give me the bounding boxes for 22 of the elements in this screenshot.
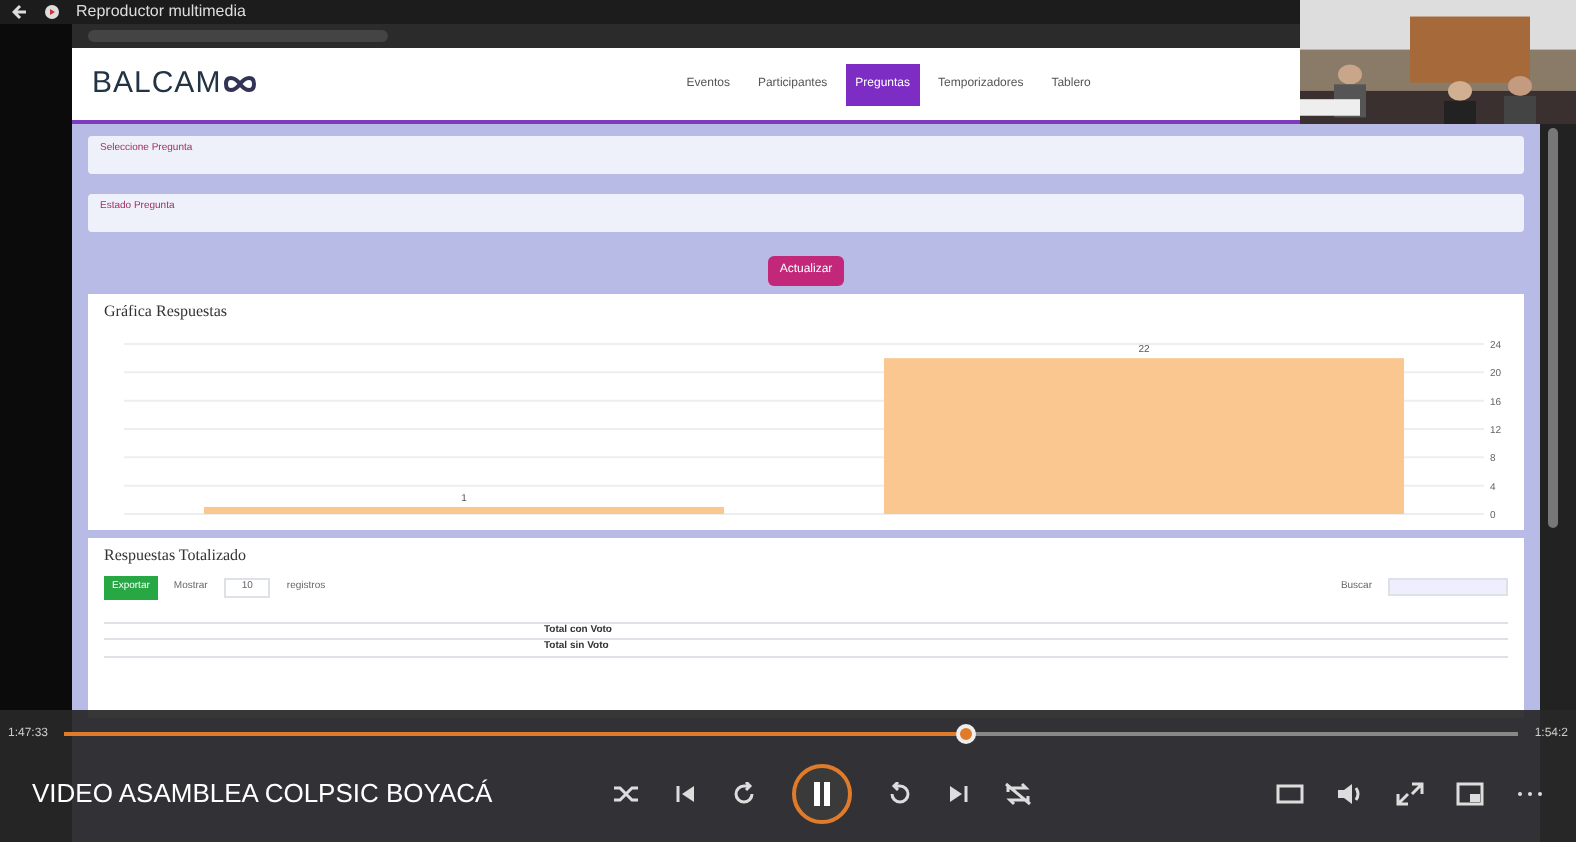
scrollbar[interactable] xyxy=(1548,128,1558,528)
pause-button[interactable] xyxy=(792,764,852,824)
back-arrow-icon[interactable] xyxy=(12,4,28,20)
app-icon xyxy=(44,4,60,20)
repeat-icon[interactable] xyxy=(1004,782,1032,806)
video-title: VIDEO ASAMBLEA COLPSIC BOYACÁ xyxy=(32,776,495,813)
captions-icon[interactable] xyxy=(1276,782,1304,806)
chart-title: Gráfica Respuestas xyxy=(104,300,230,324)
window-title: Reproductor multimedia xyxy=(76,0,246,24)
logo-text: BALCAM xyxy=(92,63,222,104)
seek-thumb[interactable] xyxy=(955,724,976,744)
shuffle-icon[interactable] xyxy=(612,782,640,806)
search-field[interactable] xyxy=(1388,578,1508,597)
table-title: Respuestas Totalizado xyxy=(104,544,249,568)
address-field[interactable] xyxy=(88,30,388,42)
previous-icon[interactable] xyxy=(672,782,700,806)
infinity-logo-icon xyxy=(221,74,258,94)
volume-icon[interactable] xyxy=(1336,782,1364,806)
pause-icon xyxy=(812,782,832,806)
next-icon[interactable] xyxy=(944,782,972,806)
mini-player-icon[interactable] xyxy=(1456,782,1484,806)
fullscreen-icon[interactable] xyxy=(1396,782,1424,806)
